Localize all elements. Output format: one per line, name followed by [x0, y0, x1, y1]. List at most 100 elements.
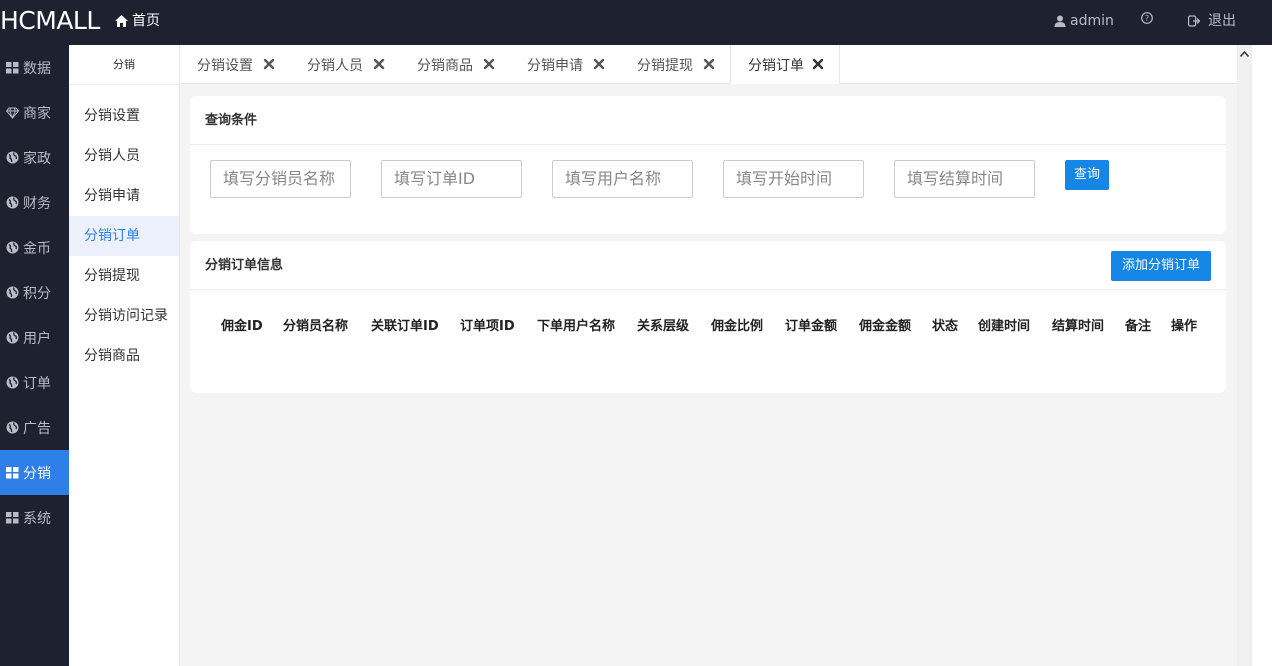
- nav-item-points[interactable]: 积分: [0, 270, 69, 315]
- nav-item-label: 分销: [23, 465, 51, 482]
- nav-item-label: 金币: [23, 240, 51, 257]
- nav-item-label: 用户: [23, 330, 51, 347]
- close-icon[interactable]: [702, 57, 716, 71]
- globe-icon: [6, 151, 19, 164]
- user-name-input[interactable]: 填写用户名称: [552, 160, 693, 198]
- close-icon[interactable]: [372, 57, 386, 71]
- username: admin: [1070, 13, 1114, 29]
- nav-item-ads[interactable]: 广告: [0, 405, 69, 450]
- svg-text:?: ?: [1145, 14, 1149, 23]
- column-header: 分销员名称: [283, 319, 349, 334]
- sub-nav-item-applications[interactable]: 分销申请: [69, 176, 179, 216]
- main-nav: 数据 商家 家政 财务 金币 积分 用户 订单 广告 分销 系统: [0, 45, 69, 666]
- chevron-up-icon: [1240, 50, 1249, 57]
- nav-item-label: 积分: [23, 285, 51, 302]
- nav-item-housekeeping[interactable]: 家政: [0, 135, 69, 180]
- tab-settings[interactable]: 分销设置: [180, 45, 290, 84]
- orders-card-title: 分销订单信息: [190, 241, 1226, 290]
- nav-item-orders[interactable]: 订单: [0, 360, 69, 405]
- nav-item-gold[interactable]: 金币: [0, 225, 69, 270]
- globe-icon: [6, 421, 19, 434]
- nav-item-label: 广告: [23, 420, 51, 437]
- close-icon[interactable]: [811, 57, 825, 71]
- sub-nav-item-members[interactable]: 分销人员: [69, 136, 179, 176]
- sub-nav: 分销 分销设置 分销人员 分销申请 分销订单 分销提现 分销访问记录 分销商品: [69, 45, 180, 666]
- nav-item-merchant[interactable]: 商家: [0, 90, 69, 135]
- column-header: 操作: [1171, 319, 1198, 334]
- home-link[interactable]: 首页: [115, 12, 160, 30]
- settle-time-input[interactable]: 填写结算时间: [894, 160, 1035, 198]
- close-icon[interactable]: [482, 57, 496, 71]
- sub-nav-item-products[interactable]: 分销商品: [69, 336, 179, 376]
- add-order-button[interactable]: 添加分销订单: [1111, 251, 1211, 281]
- top-bar: HCMALL 首页 admin ? 退出: [0, 0, 1272, 45]
- column-header: 佣金金额: [859, 319, 912, 334]
- nav-item-label: 家政: [23, 150, 51, 167]
- grid-icon: [6, 62, 19, 74]
- tab-label: 分销商品: [417, 57, 473, 74]
- sub-nav-item-orders[interactable]: 分销订单: [69, 216, 179, 256]
- logout-label: 退出: [1208, 13, 1236, 29]
- tab-label: 分销订单: [748, 58, 804, 74]
- logout-icon: [1188, 15, 1200, 27]
- tab-applications[interactable]: 分销申请: [510, 45, 620, 84]
- tab-orders[interactable]: 分销订单: [730, 45, 840, 85]
- nav-item-finance[interactable]: 财务: [0, 180, 69, 225]
- nav-item-label: 数据: [23, 60, 51, 77]
- search-button[interactable]: 查询: [1065, 160, 1109, 190]
- grid-icon: [6, 512, 19, 524]
- tab-label: 分销申请: [527, 57, 583, 74]
- query-card: 查询条件 填写分销员名称 填写订单ID 填写用户名称 填写开始时间 填写结算时间…: [190, 96, 1226, 234]
- tab-bar: 分销设置 分销人员 分销商品 分销申请 分销提现 分销订单: [180, 45, 1237, 85]
- app-logo[interactable]: HCMALL: [0, 6, 100, 36]
- sub-nav-item-withdrawals[interactable]: 分销提现: [69, 256, 179, 296]
- user-menu[interactable]: admin: [1054, 12, 1114, 30]
- column-header: 备注: [1125, 319, 1152, 334]
- tab-label: 分销设置: [197, 57, 253, 74]
- tab-label: 分销提现: [637, 57, 693, 74]
- tab-members[interactable]: 分销人员: [290, 45, 400, 84]
- globe-icon: [6, 286, 19, 299]
- sub-nav-item-settings[interactable]: 分销设置: [69, 96, 179, 136]
- vertical-scrollbar[interactable]: [1237, 45, 1252, 666]
- orders-card: 分销订单信息 添加分销订单 佣金ID 分销员名称 关联订单ID 订单项ID 下单…: [190, 241, 1226, 393]
- sub-nav-title: 分销: [69, 45, 179, 85]
- home-label: 首页: [132, 13, 160, 29]
- tab-label: 分销人员: [307, 57, 363, 74]
- nav-item-users[interactable]: 用户: [0, 315, 69, 360]
- column-header: 佣金ID: [221, 319, 263, 334]
- globe-icon: [6, 196, 19, 209]
- column-header: 订单金额: [785, 319, 838, 334]
- start-time-input[interactable]: 填写开始时间: [723, 160, 864, 198]
- nav-item-distribution[interactable]: 分销: [0, 450, 69, 495]
- nav-item-data[interactable]: 数据: [0, 45, 69, 90]
- column-header: 佣金比例: [711, 319, 764, 334]
- sub-nav-item-visit-logs[interactable]: 分销访问记录: [69, 296, 179, 336]
- nav-item-label: 订单: [23, 375, 51, 392]
- tab-withdrawals[interactable]: 分销提现: [620, 45, 730, 84]
- globe-icon: [6, 376, 19, 389]
- close-icon[interactable]: [592, 57, 606, 71]
- distributor-name-input[interactable]: 填写分销员名称: [210, 160, 351, 198]
- query-card-title: 查询条件: [190, 96, 1226, 145]
- nav-item-system[interactable]: 系统: [0, 495, 69, 540]
- column-header: 状态: [932, 319, 959, 334]
- window-gutter: [1252, 45, 1272, 666]
- column-header: 关系层级: [637, 319, 690, 334]
- column-header: 创建时间: [978, 319, 1031, 334]
- user-icon: [1054, 15, 1066, 27]
- scroll-up-button[interactable]: [1237, 45, 1252, 62]
- globe-icon: [6, 331, 19, 344]
- column-header: 结算时间: [1052, 319, 1105, 334]
- tab-products[interactable]: 分销商品: [400, 45, 510, 84]
- column-header: 订单项ID: [460, 319, 515, 334]
- close-icon[interactable]: [262, 57, 276, 71]
- help-icon: ?: [1141, 12, 1153, 24]
- order-id-input[interactable]: 填写订单ID: [381, 160, 522, 198]
- nav-item-label: 系统: [23, 510, 51, 527]
- help-button[interactable]: ?: [1141, 12, 1153, 24]
- nav-item-label: 商家: [23, 105, 51, 122]
- diamond-icon: [6, 107, 19, 119]
- globe-icon: [6, 241, 19, 254]
- logout-button[interactable]: 退出: [1188, 12, 1236, 30]
